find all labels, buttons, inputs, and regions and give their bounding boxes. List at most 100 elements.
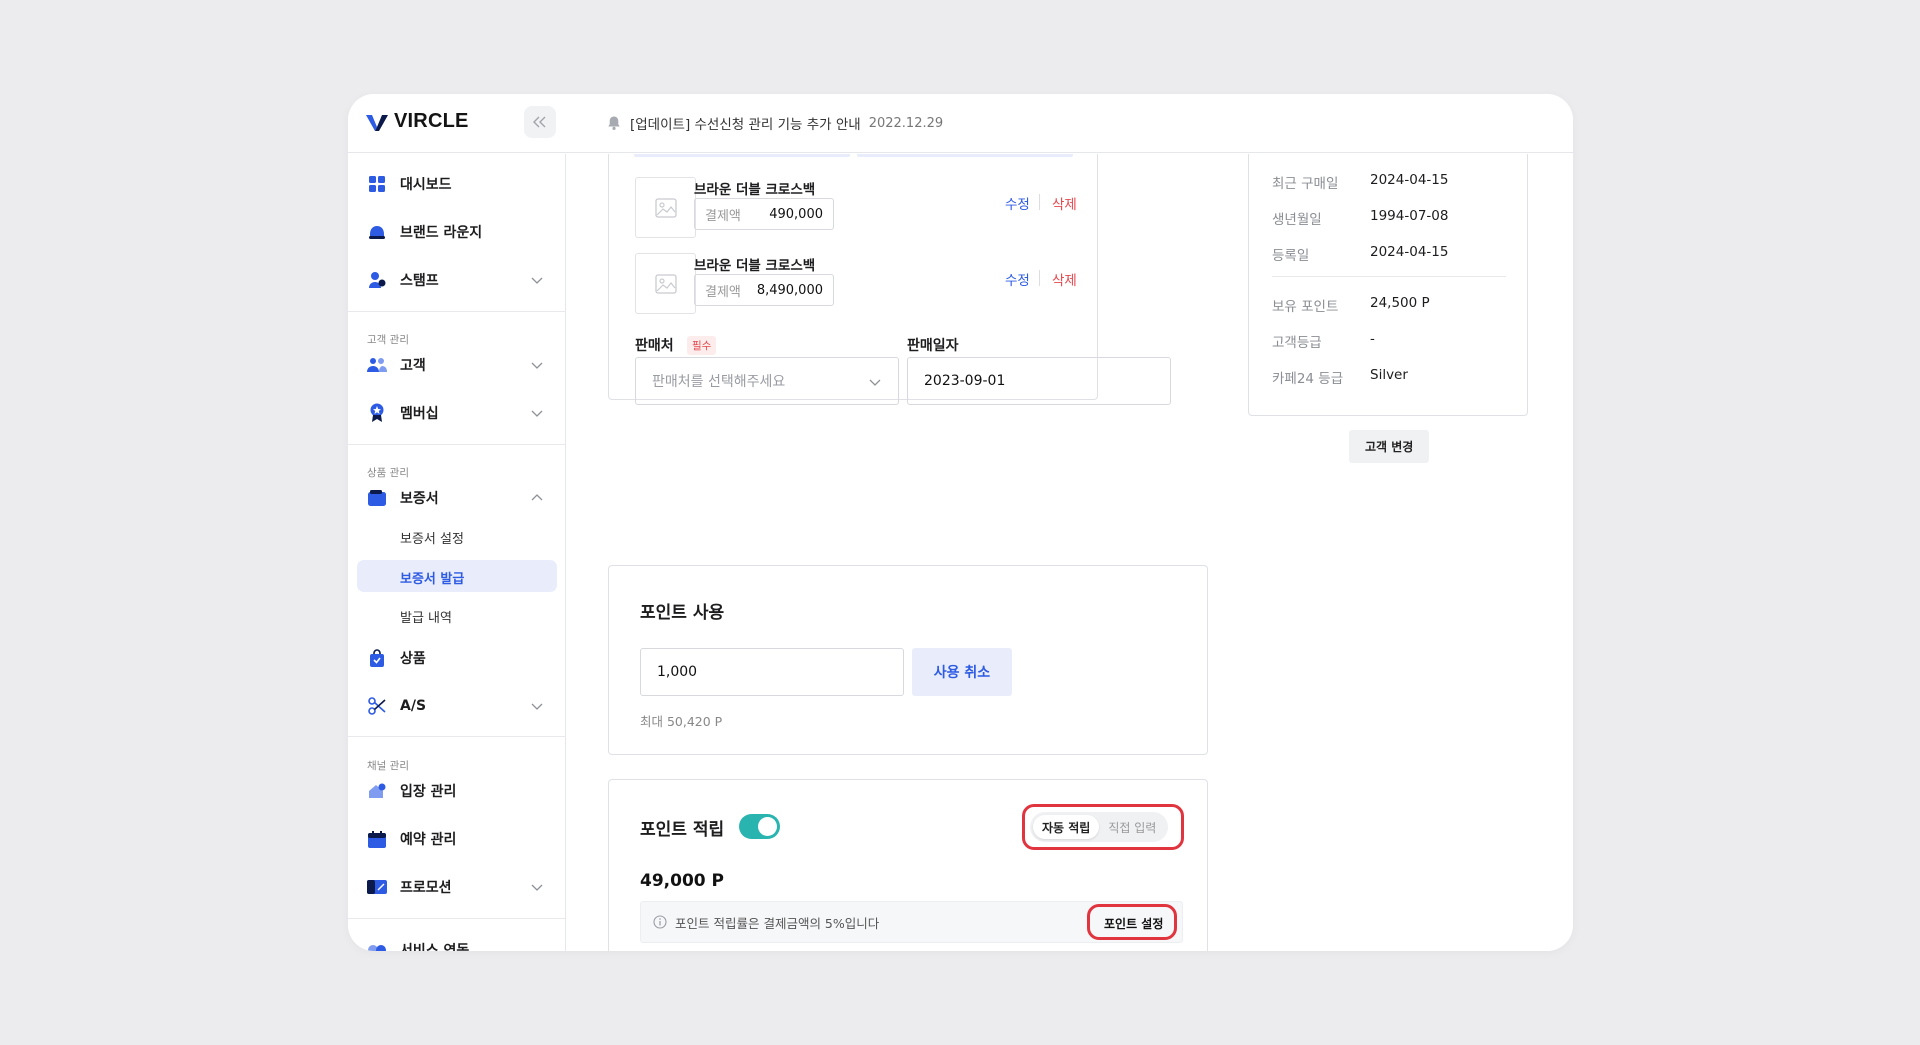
point-use-input[interactable]: 1,000 bbox=[640, 648, 904, 696]
sidebar-subitem-warranty-settings[interactable]: 보증서 설정 bbox=[400, 528, 464, 547]
wallet-icon bbox=[367, 488, 387, 508]
info-value: 2024-04-15 bbox=[1370, 244, 1449, 260]
sidebar-item-label: 대시보드 bbox=[400, 177, 452, 193]
sidebar-item-customer[interactable]: 고객 bbox=[348, 345, 565, 385]
sidebar-divider bbox=[348, 736, 565, 737]
cancel-use-button[interactable]: 사용 취소 bbox=[912, 648, 1012, 696]
app-window: VIRCLE [업데이트] 수선신청 관리 기능 추가 안내 2022.12.2… bbox=[348, 94, 1573, 951]
top-header: VIRCLE [업데이트] 수선신청 관리 기능 추가 안내 2022.12.2… bbox=[348, 94, 1573, 153]
info-key: 카페24 등급 bbox=[1272, 371, 1344, 387]
points-settings-button[interactable]: 포인트 설정 bbox=[1094, 910, 1173, 937]
update-notice[interactable]: [업데이트] 수선신청 관리 기능 추가 안내 2022.12.29 bbox=[606, 113, 943, 133]
product-thumbnail bbox=[635, 253, 696, 314]
chevron-down-icon bbox=[531, 884, 543, 891]
price-label: 결제액 bbox=[705, 284, 741, 300]
calendar-icon bbox=[367, 829, 387, 849]
sidebar-item-label: 상품 bbox=[400, 651, 426, 667]
sidebar-item-label: 입장 관리 bbox=[400, 784, 457, 800]
sidebar-item-label: 서비스 연동 bbox=[400, 943, 470, 951]
sidebar-subitem-issue-history[interactable]: 발급 내역 bbox=[400, 607, 452, 626]
sidebar-item-product[interactable]: 상품 bbox=[348, 638, 565, 678]
point-earn-title: 포인트 적립 bbox=[640, 820, 725, 840]
info-key: 고객등급 bbox=[1272, 335, 1322, 351]
sidebar-item-as[interactable]: A/S bbox=[348, 686, 565, 726]
scissors-icon bbox=[367, 696, 387, 716]
price-field[interactable]: 결제액 490,000 bbox=[694, 198, 834, 230]
chevron-down-icon bbox=[531, 362, 543, 369]
sidebar-item-brand-lounge[interactable]: 브랜드 라운지 bbox=[348, 212, 565, 252]
sidebar-item-warranty[interactable]: 보증서 bbox=[348, 478, 565, 518]
action-separator bbox=[1039, 194, 1040, 210]
point-use-title: 포인트 사용 bbox=[640, 603, 725, 623]
sidebar-divider bbox=[348, 311, 565, 312]
sidebar: 대시보드 브랜드 라운지 스탬프 고객 관리 고객 멤버십 상품 관리 보증서 … bbox=[348, 154, 566, 951]
info-value: 2024-04-15 bbox=[1370, 172, 1449, 188]
edit-button[interactable]: 수정 bbox=[1005, 269, 1030, 289]
scrolled-input-edge bbox=[857, 154, 1073, 157]
seller-select[interactable]: 판매처를 선택해주세요 bbox=[635, 357, 899, 405]
medal-icon bbox=[367, 403, 387, 423]
stamp-icon bbox=[367, 270, 387, 290]
sidebar-item-label: 멤버십 bbox=[400, 406, 439, 422]
sidebar-item-stamp[interactable]: 스탬프 bbox=[348, 260, 565, 300]
delete-button[interactable]: 삭제 bbox=[1052, 269, 1077, 289]
chevron-up-icon bbox=[531, 494, 543, 501]
point-use-card: 포인트 사용 1,000 사용 취소 최대 50,420 P bbox=[608, 565, 1208, 755]
price-label: 결제액 bbox=[705, 208, 741, 224]
earn-mode-segmented: 자동 적립 직접 입력 bbox=[1030, 812, 1169, 842]
sale-date-value: 2023-09-01 bbox=[924, 373, 1006, 389]
seller-select-placeholder: 판매처를 선택해주세요 bbox=[652, 374, 786, 390]
notice-date: 2022.12.29 bbox=[868, 115, 944, 131]
image-placeholder-icon bbox=[654, 273, 677, 294]
seller-label: 판매처 bbox=[635, 338, 674, 354]
change-customer-button[interactable]: 고객 변경 bbox=[1349, 430, 1430, 463]
info-value: 24,500 P bbox=[1370, 295, 1430, 311]
sale-date-input[interactable]: 2023-09-01 bbox=[907, 357, 1171, 405]
ticket-icon bbox=[367, 877, 387, 897]
auto-earn-option[interactable]: 자동 적립 bbox=[1033, 815, 1100, 839]
customer-info-card: 최근 구매일 2024-04-15 생년월일 1994-07-08 등록일 20… bbox=[1248, 154, 1528, 416]
sidebar-item-promotion[interactable]: 프로모션 bbox=[348, 867, 565, 907]
delete-button[interactable]: 삭제 bbox=[1052, 193, 1077, 213]
shopping-bag-icon bbox=[367, 648, 387, 668]
sidebar-subitem-warranty-issue[interactable]: 보증서 발급 bbox=[400, 568, 464, 587]
sidebar-item-service-link[interactable]: 서비스 연동 bbox=[348, 930, 565, 951]
vircle-logo-icon bbox=[366, 114, 388, 131]
required-badge: 필수 bbox=[687, 336, 717, 355]
edit-button[interactable]: 수정 bbox=[1005, 193, 1030, 213]
chevron-down-icon bbox=[869, 379, 881, 386]
scrolled-input-edge bbox=[634, 154, 850, 157]
chevron-down-icon bbox=[531, 703, 543, 710]
action-separator bbox=[1039, 270, 1040, 286]
info-divider bbox=[1272, 276, 1506, 277]
sidebar-item-entrance[interactable]: 입장 관리 bbox=[348, 771, 565, 811]
price-value: 8,490,000 bbox=[756, 282, 823, 298]
manual-input-option[interactable]: 직접 입력 bbox=[1099, 815, 1165, 839]
info-key: 생년월일 bbox=[1272, 212, 1322, 228]
info-value: - bbox=[1370, 331, 1375, 347]
sidebar-item-dashboard[interactable]: 대시보드 bbox=[348, 164, 565, 204]
logo[interactable]: VIRCLE bbox=[366, 110, 469, 133]
image-placeholder-icon bbox=[654, 197, 677, 218]
product-thumbnail bbox=[635, 177, 696, 238]
sidebar-item-label: 예약 관리 bbox=[400, 832, 457, 848]
earn-rate-text: 포인트 적립률은 결제금액의 5%입니다 bbox=[675, 915, 880, 931]
sidebar-item-reservation[interactable]: 예약 관리 bbox=[348, 819, 565, 859]
sidebar-divider bbox=[348, 918, 565, 919]
sidebar-item-membership[interactable]: 멤버십 bbox=[348, 393, 565, 433]
point-earn-card: 포인트 적립 자동 적립 직접 입력 49,000 P 포인트 적립률은 결제금… bbox=[608, 779, 1208, 951]
info-icon bbox=[653, 915, 667, 929]
point-use-value: 1,000 bbox=[657, 664, 698, 680]
sidebar-item-label: A/S bbox=[400, 698, 427, 714]
sidebar-item-label: 브랜드 라운지 bbox=[400, 225, 483, 241]
sidebar-item-label: 고객 bbox=[400, 358, 426, 374]
product-name: 브라운 더블 크로스백 bbox=[694, 182, 816, 198]
price-field[interactable]: 결제액 8,490,000 bbox=[694, 274, 834, 306]
sale-date-label: 판매일자 bbox=[907, 338, 959, 354]
entrance-icon bbox=[367, 781, 387, 801]
main-content: 브라운 더블 크로스백 결제액 490,000 수정 삭제 브라운 더블 크로스… bbox=[567, 154, 1573, 951]
collapse-sidebar-button[interactable] bbox=[524, 106, 556, 138]
product-sale-card: 브라운 더블 크로스백 결제액 490,000 수정 삭제 브라운 더블 크로스… bbox=[608, 154, 1171, 405]
notice-text: [업데이트] 수선신청 관리 기능 추가 안내 bbox=[630, 117, 861, 133]
point-earn-toggle[interactable] bbox=[739, 814, 780, 839]
